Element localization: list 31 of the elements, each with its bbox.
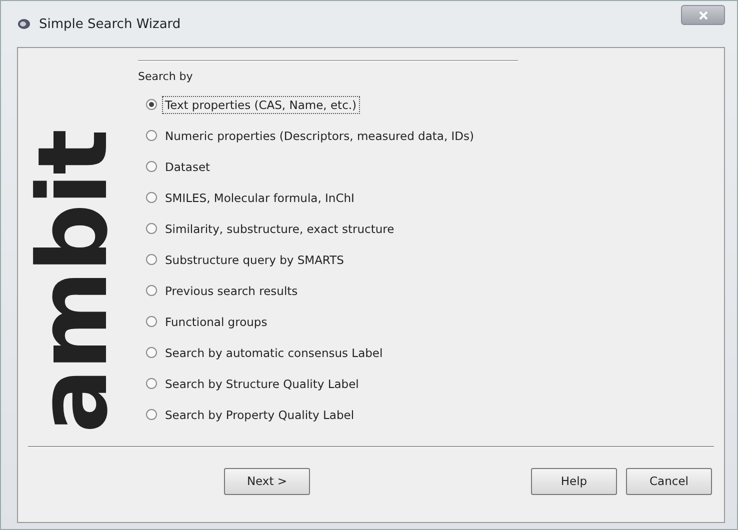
- cancel-button[interactable]: Cancel: [626, 468, 712, 494]
- close-button[interactable]: [681, 5, 725, 25]
- radio-button[interactable]: [146, 130, 157, 141]
- window-title: Simple Search Wizard: [39, 16, 181, 32]
- option-label[interactable]: SMILES, Molecular formula, InChI: [163, 190, 356, 206]
- option-label[interactable]: Numeric properties (Descriptors, measured data, IDs): [163, 128, 476, 144]
- app-icon: [17, 18, 31, 30]
- radio-button[interactable]: [146, 161, 157, 172]
- logo: ambit: [17, 130, 129, 434]
- radio-button[interactable]: [146, 347, 157, 358]
- radio-button[interactable]: [146, 223, 157, 234]
- radio-button[interactable]: [146, 99, 157, 110]
- option-label[interactable]: Text properties (CAS, Name, etc.): [163, 96, 359, 112]
- option-label[interactable]: Dataset: [163, 158, 212, 174]
- radio-button[interactable]: [146, 378, 157, 389]
- radio-button[interactable]: [146, 316, 157, 327]
- next-button[interactable]: Next >: [224, 468, 310, 494]
- option-label[interactable]: Previous search results: [163, 282, 300, 298]
- radio-button[interactable]: [146, 285, 157, 296]
- help-button[interactable]: Help: [531, 468, 617, 494]
- group-label: Search by: [138, 70, 193, 83]
- option-label[interactable]: Search by automatic consensus Label: [163, 344, 385, 360]
- radio-button[interactable]: [146, 409, 157, 420]
- option-label[interactable]: Search by Structure Quality Label: [163, 376, 361, 392]
- radio-button[interactable]: [146, 254, 157, 265]
- option-label[interactable]: Search by Property Quality Label: [163, 406, 356, 422]
- close-icon: [698, 10, 708, 20]
- radio-button[interactable]: [146, 192, 157, 203]
- option-label[interactable]: Functional groups: [163, 314, 270, 330]
- option-label[interactable]: Substructure query by SMARTS: [163, 252, 346, 268]
- option-label[interactable]: Similarity, substructure, exact structure: [163, 220, 396, 236]
